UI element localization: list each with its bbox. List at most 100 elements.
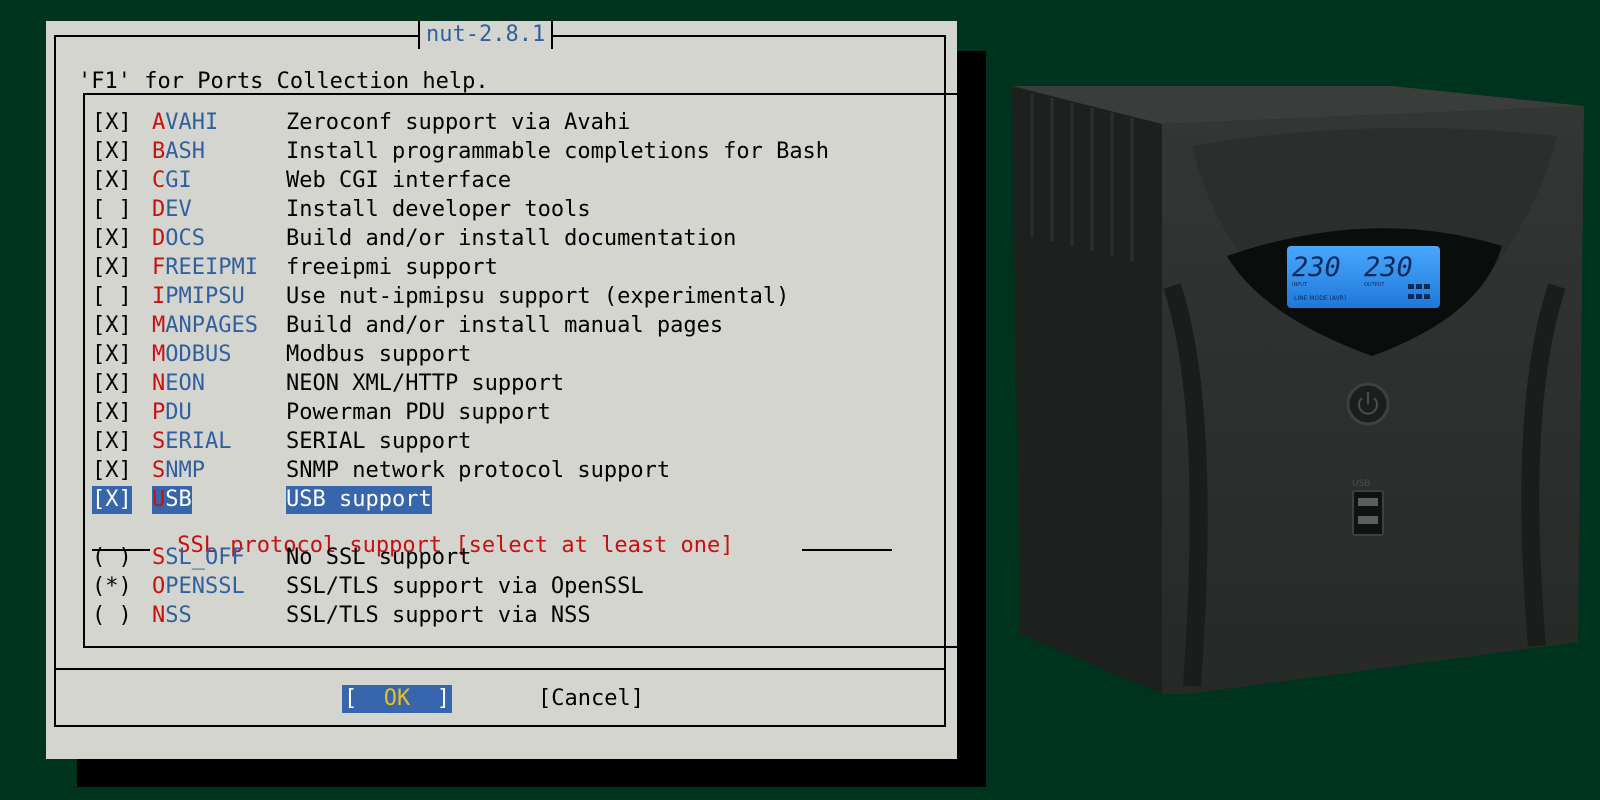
option-hotkey: P xyxy=(152,400,166,425)
option-name: NSS xyxy=(152,602,192,630)
option-checkbox[interactable]: [X] xyxy=(92,167,132,195)
option-radio[interactable]: ( ) xyxy=(92,544,132,572)
option-hotkey: S xyxy=(152,545,166,570)
option-hotkey: O xyxy=(152,574,166,599)
option-hotkey: F xyxy=(152,255,166,280)
option-pdu[interactable]: [X] PDU Powerman PDU support xyxy=(92,399,551,427)
button-area-divider xyxy=(56,668,944,670)
dialog-title: nut-2.8.1 xyxy=(418,21,554,49)
option-hotkey: B xyxy=(152,139,166,164)
ok-label: OK xyxy=(383,686,411,711)
option-name-rest: ODBUS xyxy=(165,342,232,367)
option-description: No SSL support xyxy=(286,545,472,570)
option-checkbox[interactable]: [X] xyxy=(92,312,132,340)
option-checkbox[interactable]: [X] xyxy=(92,370,132,398)
option-description: Web CGI interface xyxy=(286,168,512,193)
option-radio[interactable]: ( ) xyxy=(92,602,132,630)
option-name: SERIAL xyxy=(152,428,231,456)
ups-lcd-output-label: OUTPUT xyxy=(1364,282,1385,288)
option-checkbox[interactable]: [ ] xyxy=(92,283,132,311)
option-name-rest: SL_OFF xyxy=(165,545,245,570)
ups-lcd-input: 230 xyxy=(1292,252,1341,283)
option-name-rest: OCS xyxy=(165,226,205,251)
option-checkbox[interactable]: [X] xyxy=(92,457,132,485)
option-hotkey: S xyxy=(152,429,166,454)
option-name-rest: PMIPSU xyxy=(165,284,245,309)
option-hotkey: C xyxy=(152,168,166,193)
option-snmp[interactable]: [X] SNMP SNMP network protocol support xyxy=(92,457,670,485)
option-hotkey: N xyxy=(152,603,166,628)
ssl-option-openssl[interactable]: (*) OPENSSL SSL/TLS support via OpenSSL xyxy=(92,573,644,601)
option-dev[interactable]: [ ] DEV Install developer tools xyxy=(92,196,591,224)
ups-lcd-mode: LINE MODE (AVR) xyxy=(1294,295,1346,302)
option-description: SNMP network protocol support xyxy=(286,458,671,483)
option-checkbox[interactable]: [ ] xyxy=(92,196,132,224)
option-checkbox[interactable]: [X] xyxy=(92,109,132,137)
option-description: Install programmable completions for Bas… xyxy=(286,139,830,164)
ups-lcd-input-label: INPUT xyxy=(1292,282,1308,288)
option-description: Powerman PDU support xyxy=(286,400,551,425)
option-name-rest: VAHI xyxy=(165,110,219,135)
ok-bracket-left: [ xyxy=(344,686,384,711)
option-checkbox[interactable]: [X] xyxy=(92,486,132,514)
option-name: CGI xyxy=(152,167,192,195)
option-hotkey: U xyxy=(152,487,166,512)
option-bash[interactable]: [X] BASH Install programmable completion… xyxy=(92,138,829,166)
option-modbus[interactable]: [X] MODBUS Modbus support xyxy=(92,341,471,369)
option-manpages[interactable]: [X] MANPAGES Build and/or install manual… xyxy=(92,312,723,340)
ups-usb-label: USB xyxy=(1352,479,1370,489)
usb-port-icon xyxy=(1352,490,1384,536)
option-description: NEON XML/HTTP support xyxy=(286,371,565,396)
option-cgi[interactable]: [X] CGI Web CGI interface xyxy=(92,167,511,195)
option-description: SSL/TLS support via OpenSSL xyxy=(286,574,644,599)
option-docs[interactable]: [X] DOCS Build and/or install documentat… xyxy=(92,225,736,253)
option-hotkey: M xyxy=(152,313,166,338)
option-usb-selected[interactable]: [X] USB USB support xyxy=(92,486,432,514)
option-description: freeipmi support xyxy=(286,255,498,280)
option-hotkey: A xyxy=(152,110,166,135)
option-name: IPMIPSU xyxy=(152,283,245,311)
cancel-button[interactable]: [Cancel] xyxy=(538,685,644,713)
option-name: FREEIPMI xyxy=(152,254,258,282)
option-checkbox[interactable]: [X] xyxy=(92,225,132,253)
option-radio[interactable]: (*) xyxy=(92,573,132,601)
option-freeipmi[interactable]: [X] FREEIPMI freeipmi support xyxy=(92,254,498,282)
option-hotkey: S xyxy=(152,458,166,483)
option-hotkey: I xyxy=(152,284,166,309)
option-ipmipsu[interactable]: [ ] IPMIPSU Use nut-ipmipsu support (exp… xyxy=(92,283,789,311)
ssl-option-ssl-off[interactable]: ( ) SSL_OFF No SSL support xyxy=(92,544,471,572)
option-checkbox[interactable]: [X] xyxy=(92,399,132,427)
option-name-rest: ANPAGES xyxy=(165,313,258,338)
option-name-rest: ASH xyxy=(165,139,205,164)
ok-button[interactable]: [ OK ] xyxy=(342,685,452,713)
option-checkbox[interactable]: [X] xyxy=(92,341,132,369)
option-name: NEON xyxy=(152,370,205,398)
option-hotkey: D xyxy=(152,197,166,222)
ssl-group-line-right xyxy=(802,549,892,551)
option-serial[interactable]: [X] SERIAL SERIAL support xyxy=(92,428,471,456)
option-description: SERIAL support xyxy=(286,429,472,454)
option-name: SSL_OFF xyxy=(152,544,245,572)
ups-lcd-output: 230 xyxy=(1364,252,1413,283)
option-checkbox[interactable]: [X] xyxy=(92,428,132,456)
option-description: Use nut-ipmipsu support (experimental) xyxy=(286,284,790,309)
option-name-rest: SB xyxy=(165,487,192,512)
option-name: OPENSSL xyxy=(152,573,245,601)
option-neon[interactable]: [X] NEON NEON XML/HTTP support xyxy=(92,370,564,398)
option-name-rest: DU xyxy=(165,400,192,425)
option-description: Modbus support xyxy=(286,342,472,367)
ssl-option-nss[interactable]: ( ) NSS SSL/TLS support via NSS xyxy=(92,602,591,630)
option-name-rest: PENSSL xyxy=(165,574,245,599)
option-name-rest: GI xyxy=(165,168,192,193)
option-name: USB xyxy=(152,486,192,514)
option-hotkey: M xyxy=(152,342,166,367)
option-avahi[interactable]: [X] AVAHI Zeroconf support via Avahi xyxy=(92,109,630,137)
ok-bracket-right: ] xyxy=(410,686,450,711)
ups-side-panel xyxy=(1012,86,1162,694)
option-name-rest: EV xyxy=(165,197,192,222)
option-checkbox[interactable]: [X] xyxy=(92,138,132,166)
option-name-rest: NMP xyxy=(165,458,205,483)
option-name: MANPAGES xyxy=(152,312,258,340)
option-name-rest: ERIAL xyxy=(165,429,232,454)
option-checkbox[interactable]: [X] xyxy=(92,254,132,282)
